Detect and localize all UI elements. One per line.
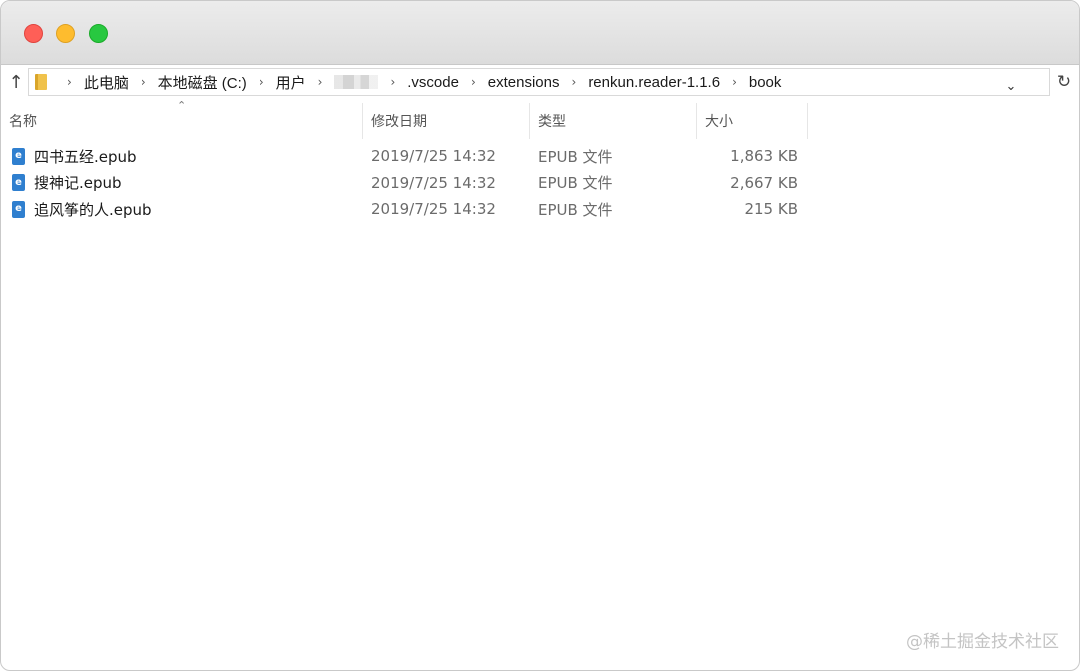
address-bar[interactable]: › 此电脑 › 本地磁盘 (C:) › 用户 › › .vscode › extensions › re…	[28, 68, 1050, 96]
watermark: @稀土掘金技术社区	[906, 632, 1059, 652]
breadcrumb-separator-icon[interactable]: ›	[471, 75, 476, 89]
folder-icon	[35, 74, 47, 90]
minimize-button[interactable]	[56, 24, 75, 43]
column-header-label: 类型	[538, 114, 566, 130]
breadcrumb-separator-icon[interactable]: ›	[572, 75, 577, 89]
epub-file-icon-glyph: e	[12, 200, 25, 218]
file-row[interactable]: e 追风筝的人.epub 2019/7/25 14:32 EPUB 文件 215 KB	[1, 196, 811, 223]
file-row[interactable]: e 搜神记.epub 2019/7/25 14:32 EPUB 文件 2,667 KB	[1, 170, 811, 197]
up-arrow-icon[interactable]: ↑	[5, 69, 27, 95]
epub-file-icon: e	[12, 170, 26, 197]
file-size: 2,667 KB	[730, 173, 798, 192]
epub-file-icon-glyph: e	[12, 147, 25, 165]
maximize-button[interactable]	[89, 24, 108, 43]
breadcrumb-separator-icon[interactable]: ›	[67, 75, 72, 89]
file-name[interactable]: 四书五经.epub	[34, 143, 137, 170]
chevron-down-icon[interactable]: ⌄	[1001, 72, 1021, 100]
breadcrumb-item[interactable]: 用户	[274, 72, 308, 93]
epub-file-icon-glyph: e	[12, 174, 25, 192]
breadcrumb-item-redacted[interactable]	[334, 75, 379, 89]
file-row[interactable]: e 四书五经.epub 2019/7/25 14:32 EPUB 文件 1,863 KB	[1, 143, 811, 170]
file-size: 1,863 KB	[730, 147, 798, 166]
breadcrumb-separator-icon[interactable]: ›	[732, 75, 737, 89]
title-bar[interactable]	[1, 1, 1079, 65]
column-header-label: 修改日期	[371, 114, 427, 130]
file-type: EPUB 文件	[538, 174, 613, 193]
file-type: EPUB 文件	[538, 147, 613, 166]
breadcrumb-separator-icon[interactable]: ›	[141, 75, 146, 89]
file-name[interactable]: 搜神记.epub	[34, 170, 122, 197]
column-header-date[interactable]: 修改日期	[363, 103, 530, 139]
file-modified-date: 2019/7/25 14:32	[371, 173, 496, 192]
refresh-icon[interactable]: ↻	[1053, 68, 1075, 96]
breadcrumb-item[interactable]: renkun.reader-1.1.6	[586, 74, 722, 91]
column-header-label: 名称	[9, 114, 37, 130]
breadcrumb-item[interactable]: 本地磁盘 (C:)	[156, 72, 249, 93]
breadcrumb: › 此电脑 › 本地磁盘 (C:) › 用户 › › .vscode › extensions › re…	[57, 69, 783, 95]
epub-file-icon: e	[12, 143, 26, 170]
breadcrumb-item[interactable]: 此电脑	[82, 72, 131, 93]
breadcrumb-separator-icon[interactable]: ›	[259, 75, 264, 89]
column-header-type[interactable]: 类型	[530, 103, 697, 139]
file-list: e 四书五经.epub 2019/7/25 14:32 EPUB 文件 1,863 KB…	[1, 143, 811, 223]
column-header-size[interactable]: 大小	[697, 103, 808, 139]
column-header-name[interactable]: 名称	[1, 103, 363, 139]
file-explorer-window: ↑ › 此电脑 › 本地磁盘 (C:) › 用户 › › .vscode › extensions ›…	[0, 0, 1080, 671]
column-headers: ⌃ 名称 修改日期 类型 大小	[1, 99, 1079, 139]
file-size: 215 KB	[744, 200, 798, 219]
file-modified-date: 2019/7/25 14:32	[371, 147, 496, 166]
epub-file-icon: e	[12, 196, 26, 223]
file-type: EPUB 文件	[538, 200, 613, 219]
breadcrumb-item[interactable]: book	[747, 74, 784, 91]
address-row: ↑ › 此电脑 › 本地磁盘 (C:) › 用户 › › .vscode › extensions ›…	[1, 65, 1079, 99]
breadcrumb-separator-icon[interactable]: ›	[390, 75, 395, 89]
breadcrumb-separator-icon[interactable]: ›	[318, 75, 323, 89]
close-button[interactable]	[24, 24, 43, 43]
breadcrumb-item[interactable]: extensions	[486, 74, 562, 91]
column-header-label: 大小	[705, 114, 733, 130]
file-name[interactable]: 追风筝的人.epub	[34, 196, 152, 223]
file-modified-date: 2019/7/25 14:32	[371, 200, 496, 219]
breadcrumb-item[interactable]: .vscode	[405, 74, 461, 91]
